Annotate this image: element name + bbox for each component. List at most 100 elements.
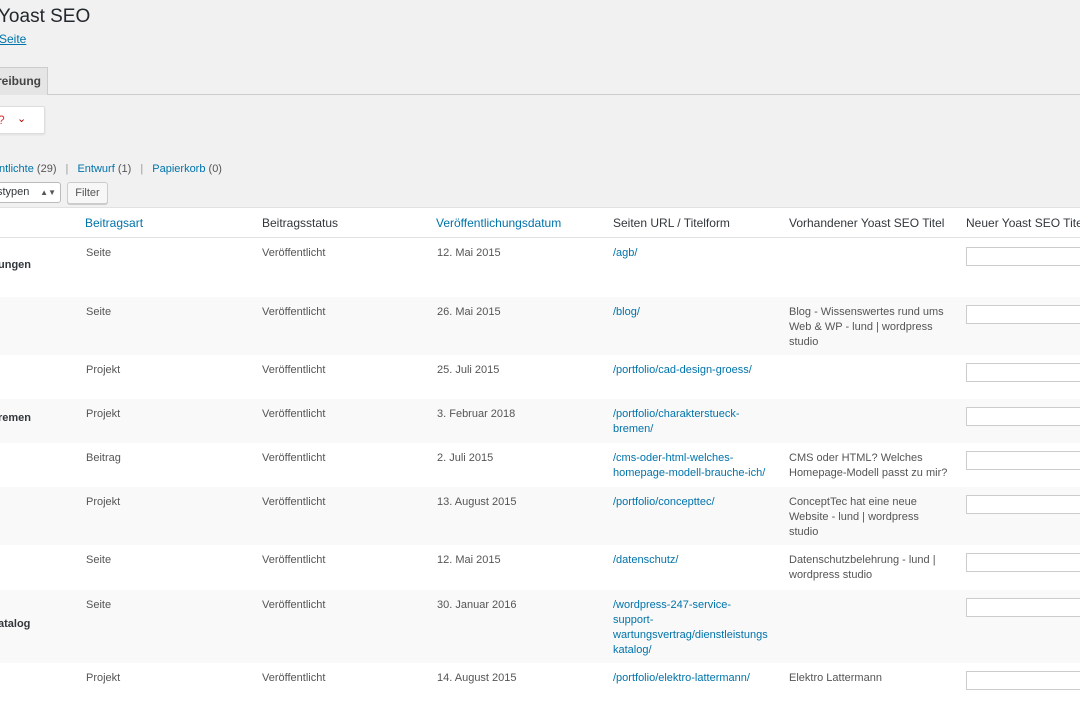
row-existing-title-line: ConceptTec hat eine neue <box>789 496 917 508</box>
trash-count: (0) <box>208 163 222 175</box>
row-url-line[interactable]: /portfolio/elektro-lattermann/ <box>613 671 750 686</box>
new-seo-title-input[interactable] <box>966 598 1080 617</box>
table-row: atalog Seite Veröffentlicht 30. Januar 2016… <box>0 590 1080 663</box>
row-existing-title-line: Homepage-Modell passt zu mir? <box>789 467 948 479</box>
separator: | <box>65 163 69 175</box>
row-post-type: Seite <box>86 306 112 318</box>
row-url[interactable]: /portfolio/elektro-lattermann/ <box>613 671 750 686</box>
row-url[interactable]: /cms-oder-html-welches-homepage-modell-b… <box>613 451 765 481</box>
table-row: Seite Veröffentlicht 12. Mai 2015/datensch… <box>0 545 1080 590</box>
table-row: remen Projekt Veröffentlicht 3. Februar 201… <box>0 399 1080 443</box>
row-date: 12. Mai 2015 <box>437 247 501 259</box>
row-url[interactable]: /wordpress-247-service-support-wartungsv… <box>613 598 768 658</box>
row-post-type: Projekt <box>86 408 121 420</box>
row-existing-title: CMS oder HTML? Welches Homepage-Modell pa… <box>789 451 947 481</box>
row-post-type: Beitrag <box>86 452 121 464</box>
table-row: Projekt Veröffentlicht 25. Juli 2015/portf… <box>0 355 1080 399</box>
table-header: Beitragsart Beitragsstatus Veröffentlich… <box>0 208 1080 238</box>
row-url-line[interactable]: /wordpress-247-service- <box>613 598 768 613</box>
row-post-type: Projekt <box>86 672 121 684</box>
table-row: Projekt Veröffentlicht 13. August 2015/por… <box>0 487 1080 545</box>
row-title[interactable]: atalog <box>0 617 30 632</box>
row-url-line[interactable]: homepage-modell-brauche-ich/ <box>613 466 765 481</box>
row-url[interactable]: /portfolio/concepttec/ <box>613 495 715 510</box>
separator: | <box>140 163 144 175</box>
column-header-existing-title: Vorhandener Yoast SEO Titel <box>789 216 945 230</box>
new-seo-title-input[interactable] <box>966 363 1080 382</box>
row-url-line[interactable]: /blog/ <box>613 305 640 320</box>
published-count: (29) <box>36 163 57 175</box>
row-date: 2. Juli 2015 <box>437 452 494 464</box>
table-row: Seite Veröffentlicht 26. Mai 2015/blog/Blo… <box>0 297 1080 355</box>
row-existing-title-line: studio <box>789 336 819 348</box>
row-existing-title-line: Datenschutzbelehrung - lund | <box>789 554 936 566</box>
filter-trash-link[interactable]: Papierkorb <box>152 163 205 175</box>
row-title[interactable]: remen <box>0 411 31 426</box>
row-date: 25. Juli 2015 <box>437 364 500 376</box>
row-post-type: Projekt <box>86 496 121 508</box>
row-date: 12. Mai 2015 <box>437 554 501 566</box>
row-existing-title-line: studio <box>789 526 819 538</box>
column-header-new-title: Neuer Yoast SEO Titel <box>966 216 1080 230</box>
row-url-line[interactable]: /portfolio/charakterstueck- <box>613 407 740 422</box>
row-existing-title: Blog - Wissenswertes rund ums Web & WP - … <box>789 305 944 350</box>
row-url-line[interactable]: support- <box>613 613 768 628</box>
row-url[interactable]: /agb/ <box>613 246 637 261</box>
row-status: Veröffentlicht <box>262 672 326 684</box>
row-post-type: Seite <box>86 247 112 259</box>
post-type-select-value: stypen <box>0 186 30 198</box>
row-status: Veröffentlicht <box>262 364 326 376</box>
row-url-line[interactable]: katalog/ <box>613 643 768 658</box>
row-date: 3. Februar 2018 <box>437 408 516 420</box>
row-date: 26. Mai 2015 <box>437 306 501 318</box>
row-existing-title-line: Elektro Lattermann <box>789 672 882 684</box>
row-url-line[interactable]: /portfolio/concepttec/ <box>613 495 715 510</box>
new-seo-title-input[interactable] <box>966 407 1080 426</box>
page-title: Yoast SEO <box>0 6 91 27</box>
new-seo-title-input[interactable] <box>966 553 1080 572</box>
row-status: Veröffentlicht <box>262 247 326 259</box>
tab-bar-divider <box>0 94 1080 95</box>
new-seo-title-input[interactable] <box>966 305 1080 324</box>
column-header-status: Beitragsstatus <box>262 216 339 230</box>
row-url-line[interactable]: /agb/ <box>613 246 637 261</box>
new-seo-title-input[interactable] <box>966 247 1080 266</box>
new-seo-title-input[interactable] <box>966 671 1080 690</box>
new-seo-title-input[interactable] <box>966 495 1080 514</box>
row-url[interactable]: /portfolio/charakterstueck-bremen/ <box>613 407 740 437</box>
row-url-line[interactable]: bremen/ <box>613 422 740 437</box>
row-title[interactable]: ungen <box>0 258 31 273</box>
filter-published-link[interactable]: ntlichte <box>0 163 34 175</box>
filter-draft-link[interactable]: Entwurf <box>77 163 114 175</box>
row-url[interactable]: /datenschutz/ <box>613 553 678 568</box>
column-header-post-type[interactable]: Beitragsart <box>85 216 143 230</box>
column-header-url: Seiten URL / Titelform <box>613 216 730 230</box>
row-status: Veröffentlicht <box>262 452 326 464</box>
help-toggle[interactable]: ? ⌄ <box>0 106 45 134</box>
row-post-type: Seite <box>86 599 112 611</box>
row-existing-title: Elektro Lattermann <box>789 671 882 686</box>
row-url[interactable]: /portfolio/cad-design-groess/ <box>613 363 752 378</box>
row-url-line[interactable]: wartungsvertrag/dienstleistungs <box>613 628 768 643</box>
new-seo-title-input[interactable] <box>966 451 1080 470</box>
seo-titles-table: Beitragsart Beitragsstatus Veröffentlich… <box>0 207 1080 703</box>
row-existing-title-line: Website - lund | wordpress <box>789 511 919 523</box>
row-url-line[interactable]: /cms-oder-html-welches- <box>613 451 765 466</box>
row-date: 14. August 2015 <box>437 672 517 684</box>
row-existing-title-line: Blog - Wissenswertes rund ums <box>789 306 944 318</box>
row-status: Veröffentlicht <box>262 554 326 566</box>
page-link[interactable]: Seite <box>0 32 26 46</box>
row-url-line[interactable]: /datenschutz/ <box>613 553 678 568</box>
column-header-date[interactable]: Veröffentlichungsdatum <box>436 216 561 230</box>
tab-description[interactable]: reibung <box>0 67 48 95</box>
post-type-select[interactable]: stypen ▲▼ <box>0 182 61 203</box>
table-row: Beitrag Veröffentlicht 2. Juli 2015/cms-od… <box>0 443 1080 487</box>
row-url[interactable]: /blog/ <box>613 305 640 320</box>
row-url-line[interactable]: /portfolio/cad-design-groess/ <box>613 363 752 378</box>
table-row: ungen Seite Veröffentlicht 12. Mai 2015/agb… <box>0 238 1080 297</box>
filter-button[interactable]: Filter <box>67 182 108 204</box>
row-post-type: Seite <box>86 554 112 566</box>
row-status: Veröffentlicht <box>262 599 326 611</box>
row-existing-title-line: Web & WP - lund | wordpress <box>789 321 933 333</box>
chevron-down-icon: ⌄ <box>17 113 27 125</box>
